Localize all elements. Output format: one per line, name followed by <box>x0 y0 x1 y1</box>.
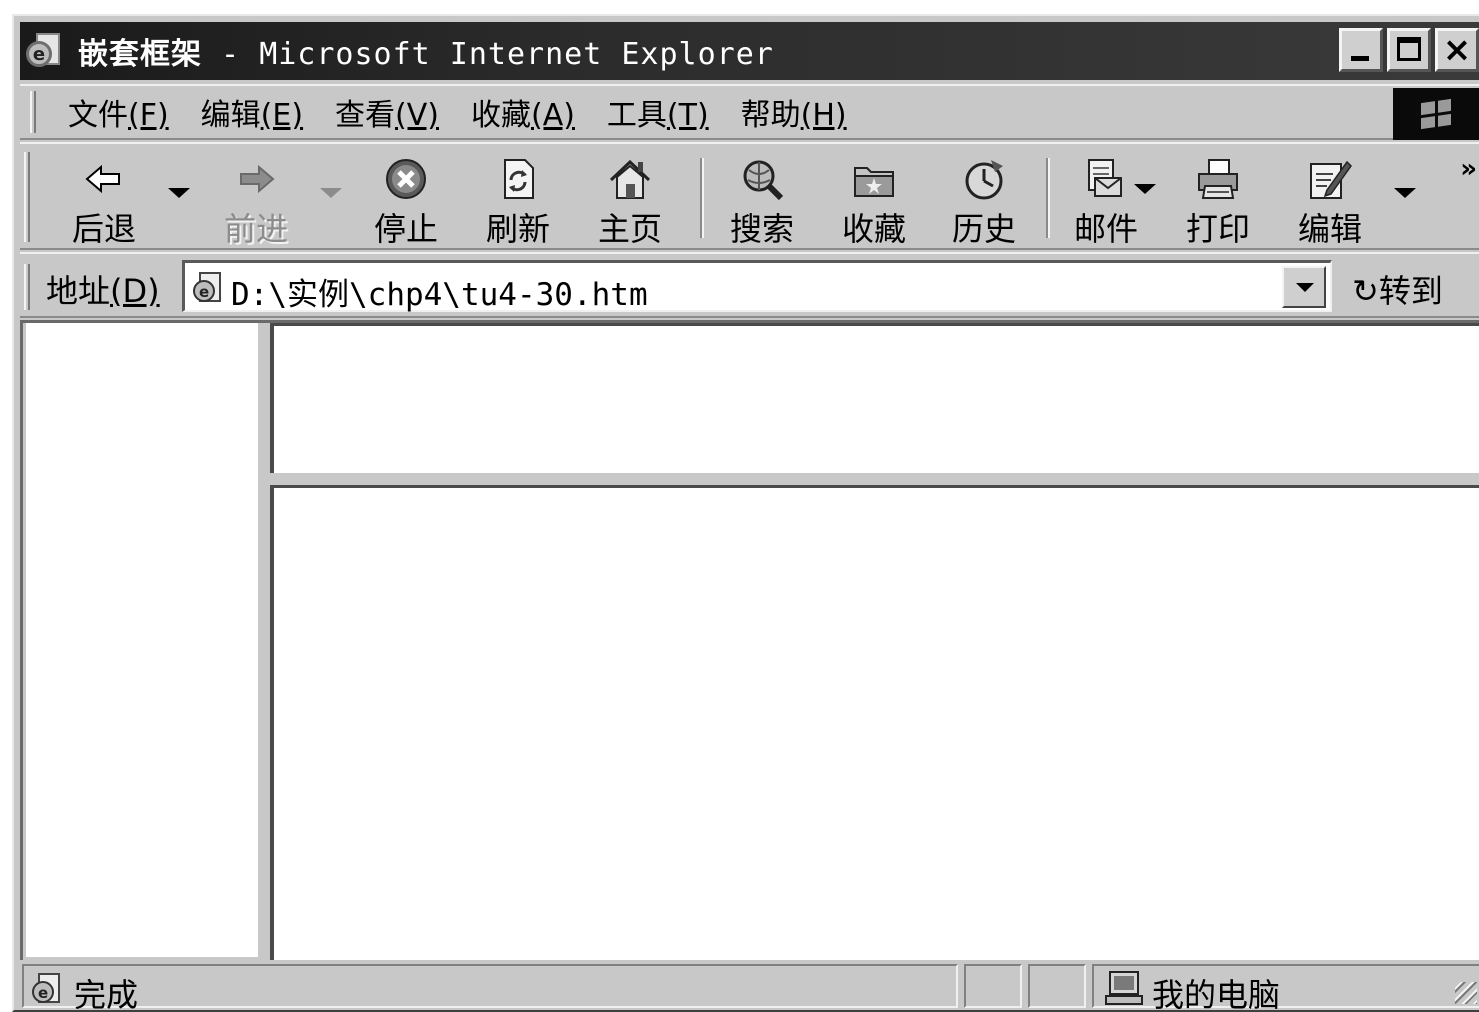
top-right-frame[interactable] <box>270 323 1479 473</box>
menu-file[interactable]: 文件(F) <box>68 90 169 134</box>
menu-tools[interactable]: 工具(T) <box>607 90 709 134</box>
close-button[interactable]: × <box>1435 28 1479 72</box>
menu-bar: 文件(F) 编辑(E) 查看(V) 收藏(A) 工具(T) 帮助(H) <box>20 84 1479 140</box>
favorites-folder-icon <box>854 167 894 197</box>
mail-dropdown-arrow[interactable] <box>1134 184 1156 194</box>
menu-help[interactable]: 帮助(H) <box>741 90 847 134</box>
svg-text:e: e <box>199 283 209 301</box>
windows-logo-throbber <box>1393 88 1479 140</box>
mail-icon <box>1088 159 1122 197</box>
maximize-button[interactable] <box>1387 28 1431 72</box>
status-bar: e 完成 我的电脑 <box>20 962 1479 1012</box>
toolbar-more-chevron[interactable]: » <box>1460 154 1477 184</box>
mail-button[interactable]: 邮件 <box>1060 150 1152 248</box>
edit-dropdown-arrow[interactable] <box>1394 188 1416 198</box>
maximize-icon <box>1397 37 1421 61</box>
address-label: 地址(D) <box>46 272 160 310</box>
main-frame[interactable] <box>270 485 1479 960</box>
home-button[interactable]: 主页 <box>584 150 676 248</box>
history-button[interactable]: 历史 <box>938 150 1030 248</box>
address-input[interactable]: e D:\实例\chp4\tu4-30.htm <box>182 260 1332 313</box>
address-dropdown-button[interactable] <box>1282 266 1326 308</box>
menu-grip[interactable] <box>30 91 36 133</box>
edit-button[interactable]: 编辑 <box>1284 150 1376 248</box>
home-icon <box>609 159 651 199</box>
status-message-pane: e 完成 <box>22 964 958 1012</box>
status-text: 完成 <box>74 976 139 1012</box>
stop-button[interactable]: 停止 <box>360 150 452 248</box>
menu-view[interactable]: 查看(V) <box>335 90 439 134</box>
minimize-icon <box>1351 56 1369 61</box>
forward-button[interactable]: 前进 <box>210 150 302 248</box>
left-frame[interactable] <box>26 323 258 957</box>
title-bar[interactable]: e 嵌套框架 - Microsoft Internet Explorer × <box>20 22 1479 80</box>
back-button[interactable]: 后退 <box>58 150 150 248</box>
favorites-button[interactable]: 收藏 <box>828 150 920 248</box>
ie-page-icon: e <box>32 973 60 1003</box>
status-zone-pane: 我的电脑 <box>1092 964 1479 1012</box>
edit-icon <box>1310 160 1352 199</box>
svg-text:e: e <box>38 984 48 1002</box>
go-arrow-icon: ↻ <box>1352 272 1379 310</box>
menu-edit[interactable]: 编辑(E) <box>201 90 303 134</box>
stop-icon <box>386 159 426 199</box>
forward-arrow-icon <box>240 164 275 194</box>
my-computer-icon <box>1105 971 1143 1005</box>
print-button[interactable]: 打印 <box>1172 150 1264 248</box>
close-icon: × <box>1442 30 1472 70</box>
ie-page-icon: e <box>26 31 66 71</box>
toolbar-grip[interactable] <box>24 152 30 242</box>
windows-flag-icon <box>1421 98 1451 130</box>
address-value: D:\实例\chp4\tu4-30.htm <box>231 277 648 313</box>
standard-toolbar: 后退 前进 停止 刷新 主页 搜索 收藏 历史 邮件 打印 编辑 » <box>20 142 1479 250</box>
minimize-button[interactable] <box>1339 28 1383 72</box>
go-button[interactable]: ↻转到 <box>1352 266 1443 312</box>
search-button[interactable]: 搜索 <box>716 150 808 248</box>
menu-favorites[interactable]: 收藏(A) <box>471 90 575 134</box>
status-pane-progress <box>964 964 1022 1008</box>
ie-page-icon: e <box>193 272 221 302</box>
frameset-area <box>20 320 1479 960</box>
history-icon <box>965 160 1003 200</box>
back-arrow-icon <box>85 164 120 194</box>
resize-grip[interactable] <box>1455 982 1477 1004</box>
refresh-button[interactable]: 刷新 <box>472 150 564 248</box>
window-title: 嵌套框架 - Microsoft Internet Explorer <box>78 37 774 72</box>
browser-window: e 嵌套框架 - Microsoft Internet Explorer × 文… <box>12 14 1479 1012</box>
back-dropdown-arrow[interactable] <box>168 188 190 198</box>
zone-text: 我的电脑 <box>1152 976 1281 1012</box>
address-grip[interactable] <box>24 264 30 310</box>
address-bar: 地址(D) e D:\实例\chp4\tu4-30.htm ↻转到 <box>20 252 1479 318</box>
printer-icon <box>1198 159 1238 199</box>
forward-dropdown-arrow[interactable] <box>320 188 342 198</box>
search-globe-icon <box>743 160 784 201</box>
status-pane-security <box>1028 964 1086 1008</box>
refresh-icon <box>504 159 534 199</box>
